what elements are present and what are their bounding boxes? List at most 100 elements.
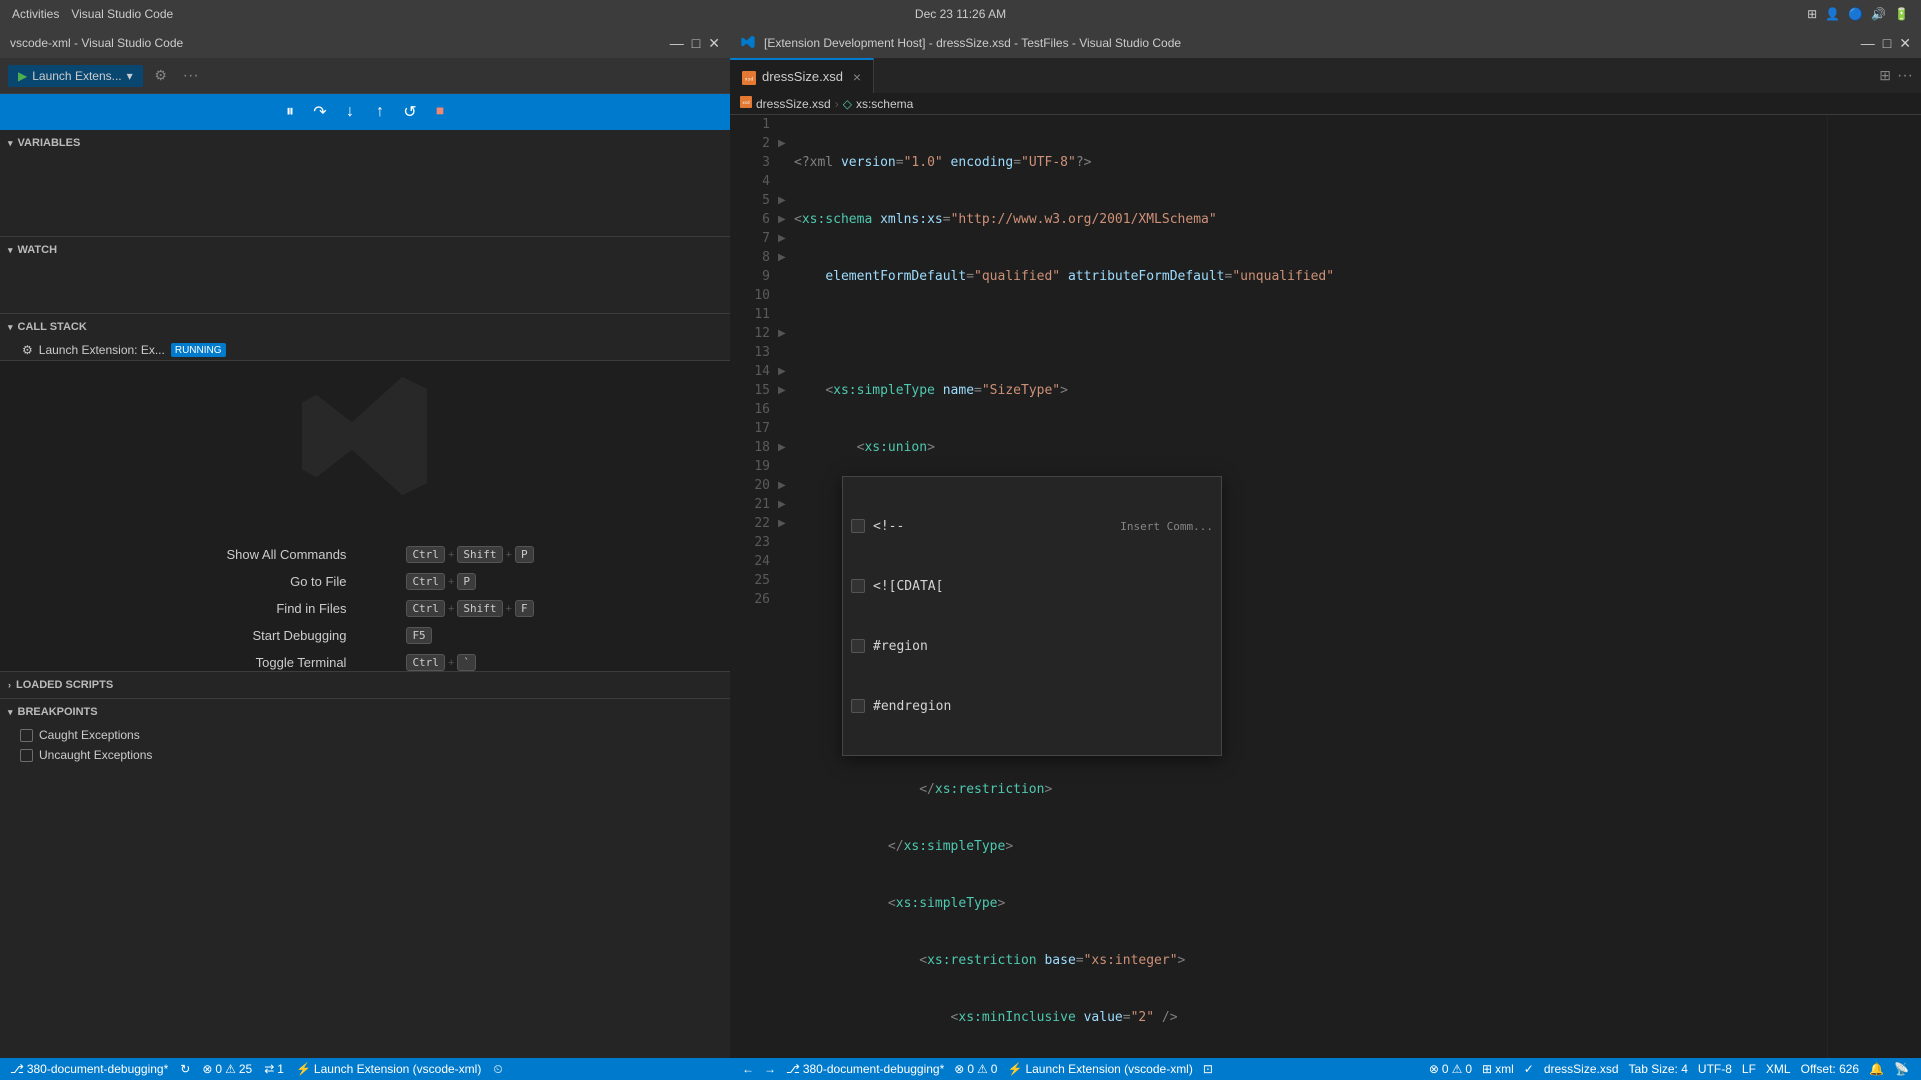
restart-button[interactable]: ↺ [396,98,424,126]
code-editor-content[interactable]: <?xml version="1.0" encoding="UTF-8"?> <… [792,115,1827,1058]
ln-22: 22 [730,514,770,533]
rsb-problems-icon: ⊗ [1429,1062,1439,1076]
breadcrumb-schema-icon: ◇ [843,97,852,111]
git-branch-item[interactable]: ⎇ 380-document-debugging* [6,1062,172,1076]
rsb-forward-button[interactable]: → [760,1062,780,1076]
ln-10: 10 [730,286,770,305]
rsb-offset[interactable]: Offset: 626 [1797,1062,1863,1076]
launch-dropdown-arrow[interactable]: ▾ [127,69,133,83]
key-ctrl4: Ctrl [406,654,445,671]
cmd-find-in-files-keys: Ctrl + Shift + F [406,600,533,617]
split-editor-button[interactable]: ⊞ [1879,67,1891,84]
caught-exceptions-item[interactable]: Caught Exceptions [0,725,730,745]
pause-button[interactable]: ⏸ [276,98,304,126]
dress-size-tab[interactable]: xsd dressSize.xsd × [730,58,874,93]
rsb-filename[interactable]: dressSize.xsd [1540,1062,1623,1076]
ac-item-icon [851,519,865,533]
ports-icon: ⇄ [264,1062,274,1076]
stop-button[interactable]: ⏹ [426,98,454,126]
call-stack-item[interactable]: ⚙ Launch Extension: Ex... RUNNING [0,340,730,360]
ln-26: 26 [730,590,770,609]
loaded-scripts-label: LOADED SCRIPTS [16,679,113,691]
ln-25: 25 [730,571,770,590]
left-minimize-button[interactable]: — [670,35,684,51]
caught-exceptions-checkbox[interactable] [20,729,33,742]
key-p2: P [457,573,476,590]
errors-item[interactable]: ⊗ 0 ⚠ 25 [198,1062,256,1076]
rsb-remote-icon[interactable]: ⊡ [1199,1062,1217,1076]
code-line-3: elementFormDefault="qualified" attribute… [792,267,1827,286]
ac-item-cdata[interactable]: <![CDATA[ [843,575,1221,597]
uncaught-exceptions-checkbox[interactable] [20,749,33,762]
activities-label[interactable]: Activities [12,7,59,21]
ac-item-region[interactable]: #region [843,635,1221,657]
rsb-checkmark[interactable]: ✓ [1520,1062,1538,1076]
rsb-launch[interactable]: ⚡ Launch Extension (vscode-xml) [1003,1062,1196,1076]
rsb-warnings-icon2: ⚠ [1452,1062,1463,1076]
right-title-bar: [Extension Development Host] - dressSize… [730,28,1921,58]
history-item[interactable]: ⏲ [489,1062,506,1077]
rsb-warning-icon: ⚠ [977,1062,988,1076]
variables-header[interactable]: ▾ VARIABLES [0,130,730,156]
right-close-button[interactable]: ✕ [1899,35,1911,52]
ln-6: 6 [730,210,770,229]
ac-item-endregion[interactable]: #endregion [843,695,1221,717]
rsb-lang-mode[interactable]: XML [1762,1062,1795,1076]
cmd-go-to-file-keys: Ctrl + P [406,573,476,590]
ports-item[interactable]: ⇄ 1 [260,1062,288,1076]
step-over-button[interactable]: ↷ [306,98,334,126]
vertical-scrollbar[interactable] [1907,115,1921,1058]
step-into-button[interactable]: ↓ [336,98,364,126]
ac-item-comment-hint: Insert Comm... [1120,517,1213,536]
breakpoints-header[interactable]: ▾ BREAKPOINTS [0,699,730,725]
watch-header[interactable]: ▾ WATCH [0,237,730,263]
left-vscode-window: vscode-xml - Visual Studio Code — □ ✕ ▶ … [0,28,730,1080]
launch-status-label: Launch Extension (vscode-xml) [314,1062,481,1076]
rsb-tab-size[interactable]: Tab Size: 4 [1625,1062,1692,1076]
system-datetime: Dec 23 11:26 AM [915,7,1006,21]
rsb-line-ending[interactable]: LF [1738,1062,1760,1076]
rsb-errors[interactable]: ⊗ 0 ⚠ 0 [950,1062,1001,1076]
key-ctrl: Ctrl [406,546,445,563]
more-actions-button[interactable]: ··· [179,64,203,88]
rsb-broadcast-icon[interactable]: 📡 [1890,1062,1913,1076]
rsb-encoding[interactable]: UTF-8 [1694,1062,1736,1076]
loaded-scripts-header[interactable]: › LOADED SCRIPTS [0,672,730,698]
rsb-problems[interactable]: ⊗ 0 ⚠ 0 [1425,1062,1476,1076]
settings-button[interactable]: ⚙ [149,64,173,88]
sys-icon-2: 👤 [1825,7,1840,21]
right-maximize-button[interactable]: □ [1883,35,1891,51]
right-vscode-icon [740,34,756,53]
rsb-bell-icon[interactable]: 🔔 [1865,1062,1888,1076]
ln-23: 23 [730,533,770,552]
right-minimize-button[interactable]: — [1861,35,1875,51]
ln-18: 18 [730,438,770,457]
ac-item-endregion-icon [851,699,865,713]
breadcrumb-schema[interactable]: xs:schema [856,97,913,111]
rsb-back-button[interactable]: ← [738,1062,758,1076]
uncaught-exceptions-item[interactable]: Uncaught Exceptions [0,745,730,765]
call-stack-header[interactable]: ▾ CALL STACK [0,314,730,340]
tab-close-button[interactable]: × [853,69,861,85]
cmd-find-in-files-label: Find in Files [196,601,346,616]
vscode-label[interactable]: Visual Studio Code [71,7,173,21]
more-tabs-button[interactable]: ··· [1897,67,1913,85]
cmd-start-debugging-keys: F5 [406,627,431,644]
launch-status-item[interactable]: ⚡ Launch Extension (vscode-xml) [292,1062,485,1076]
code-line-12: </xs:restriction> [792,780,1827,799]
breadcrumb-file[interactable]: dressSize.xsd [756,97,831,111]
watch-label: WATCH [18,244,58,256]
left-maximize-button[interactable]: □ [692,35,700,51]
sync-item[interactable]: ↻ [176,1062,194,1076]
rsb-branch[interactable]: ⎇ 380-document-debugging* [782,1062,948,1076]
left-close-button[interactable]: ✕ [708,35,720,52]
step-out-button[interactable]: ↑ [366,98,394,126]
rsb-debug-icon: ⊡ [1203,1062,1213,1076]
rsb-xml-lang[interactable]: ⊞ xml [1478,1062,1518,1076]
ac-item-comment[interactable]: <!-- Insert Comm... [843,515,1221,537]
ln-8: 8 [730,248,770,267]
launch-button[interactable]: ▶ Launch Extens... ▾ [8,65,143,87]
ln-19: 19 [730,457,770,476]
rsb-branch-icon: ⎇ [786,1062,800,1076]
rsb-xml-icon: ⊞ [1482,1062,1492,1076]
